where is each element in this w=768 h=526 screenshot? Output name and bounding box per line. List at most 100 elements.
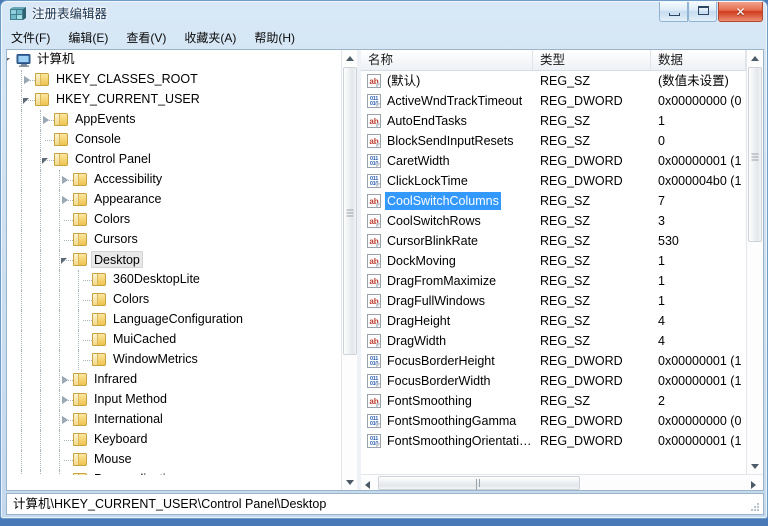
list-horizontal-scrollbar[interactable] [361,474,763,490]
value-type-glyph: ab [367,134,381,148]
table-row[interactable]: 011010FocusBorderHeightREG_DWORD0x000000… [361,351,746,371]
tree-collapse-arrow-icon[interactable] [22,95,33,106]
tree-scroll-up-button[interactable] [342,50,357,66]
window-title: 注册表编辑器 [32,6,107,23]
list-scroll-down-button[interactable] [747,458,763,474]
list-hscroll-thumb[interactable] [378,476,580,490]
value-data: 0 [658,131,665,151]
minimize-icon [669,13,680,16]
resize-grip-icon[interactable] [749,501,761,513]
tree-guide-line [40,290,41,310]
tree-guide-line [83,300,92,301]
tree-node-7[interactable]: Accessibility [7,170,341,190]
tree-guide-line [40,470,41,475]
tree-expand-arrow-icon[interactable] [60,175,71,186]
table-row[interactable]: abCursorBlinkRateREG_SZ530 [361,231,746,251]
table-row[interactable]: abDragWidthREG_SZ4 [361,331,746,351]
tree-guide-line [40,370,41,390]
table-row[interactable]: abDragFromMaximizeREG_SZ1 [361,271,746,291]
tree-node-19[interactable]: International [7,410,341,430]
menu-item-4[interactable]: 收藏夹(A) [175,28,245,49]
table-row[interactable]: abCoolSwitchColumnsREG_SZ7 [361,191,746,211]
maximize-button[interactable] [688,2,717,22]
menu-item-5[interactable]: 帮助(H) [245,28,304,49]
table-row[interactable]: 011010ActiveWndTrackTimeoutREG_DWORD0x00… [361,91,746,111]
tree-node-11[interactable]: Desktop [7,250,341,270]
table-row[interactable]: abDragFullWindowsREG_SZ1 [361,291,746,311]
table-row[interactable]: abAutoEndTasksREG_SZ1 [361,111,746,131]
column-header-2[interactable]: 类型 [533,50,651,70]
table-row[interactable]: ab(默认)REG_SZ(数值未设置) [361,71,746,91]
tree-expand-arrow-icon[interactable] [22,75,33,86]
list-vertical-scrollbar[interactable] [746,50,762,474]
tree-node-16[interactable]: WindowMetrics [7,350,341,370]
tree-collapse-arrow-icon[interactable] [60,255,71,266]
tree-expand-arrow-icon[interactable] [60,395,71,406]
menu-item-3[interactable]: 查看(V) [117,28,175,49]
tree-guide-line [40,410,41,430]
value-type-glyph: ab [367,74,381,88]
tree-collapse-arrow-icon[interactable] [7,55,14,66]
tree-scroll-thumb[interactable] [343,67,357,355]
table-row[interactable]: abFontSmoothingREG_SZ2 [361,391,746,411]
tree-node-10[interactable]: Cursors [7,230,341,250]
tree-node-3[interactable]: HKEY_CURRENT_USER [7,90,341,110]
tree-node-8[interactable]: Appearance [7,190,341,210]
table-row[interactable]: 011010CaretWidthREG_DWORD0x00000001 (1 [361,151,746,171]
tree-expand-arrow-icon[interactable] [41,115,52,126]
column-header-3[interactable]: 数据 [651,50,746,70]
tree-expand-arrow-icon[interactable] [60,375,71,386]
tree-guide-line [21,250,22,270]
value-name: BlockSendInputResets [385,132,515,150]
list-scroll-thumb[interactable] [748,67,762,242]
table-row[interactable]: abCoolSwitchRowsREG_SZ3 [361,211,746,231]
list-scroll-up-button[interactable] [747,50,763,66]
tree-scroll-down-button[interactable] [342,474,357,490]
tree-node-9[interactable]: Colors [7,210,341,230]
tree-vertical-scrollbar[interactable] [341,50,357,490]
tree-expand-arrow-icon[interactable] [60,415,71,426]
dword-value-icon: 011010 [367,374,381,388]
tree-node-17[interactable]: Infrared [7,370,341,390]
tree-guide-line [40,350,41,370]
tree-node-18[interactable]: Input Method [7,390,341,410]
list-scroll-right-button[interactable] [747,475,763,490]
table-row[interactable]: abDragHeightREG_SZ4 [361,311,746,331]
minimize-button[interactable] [659,2,688,22]
tree-node-15[interactable]: MuiCached [7,330,341,350]
list-scroll-left-button[interactable] [361,475,377,490]
tree-guide-line [78,330,79,350]
column-header-1[interactable]: 名称 [361,50,533,70]
table-row[interactable]: 011010FontSmoothingGammaREG_DWORD0x00000… [361,411,746,431]
value-data: 4 [658,311,665,331]
table-row[interactable]: 011010ClickLockTimeREG_DWORD0x000004b0 (… [361,171,746,191]
tree-node-4[interactable]: AppEvents [7,110,341,130]
table-row[interactable]: 011010FontSmoothingOrientati…REG_DWORD0x… [361,431,746,451]
tree-expand-arrow-icon[interactable] [60,195,71,206]
table-row[interactable]: abBlockSendInputResetsREG_SZ0 [361,131,746,151]
tree-collapse-arrow-icon[interactable] [41,155,52,166]
value-data: 7 [658,191,665,211]
table-row[interactable]: 011010FocusBorderWidthREG_DWORD0x0000000… [361,371,746,391]
tree-node-13[interactable]: Colors [7,290,341,310]
tree-node-14[interactable]: LanguageConfiguration [7,310,341,330]
menu-item-2[interactable]: 编辑(E) [59,28,117,49]
tree-node-label: MuiCached [110,331,179,348]
value-type-glyph: 011010 [367,94,381,108]
close-button[interactable]: ✕ [718,2,763,22]
tree-node-20[interactable]: Keyboard [7,430,341,450]
tree-node-6[interactable]: Control Panel [7,150,341,170]
chevron-left-icon [365,481,370,489]
value-data: 530 [658,231,679,251]
tree-node-21[interactable]: Mouse [7,450,341,470]
tree-node-22[interactable]: Personalization [7,470,341,475]
tree-node-2[interactable]: HKEY_CLASSES_ROOT [7,70,341,90]
tree-node-1[interactable]: 计算机 [7,50,341,70]
table-row[interactable]: abDockMovingREG_SZ1 [361,251,746,271]
tree-node-label: Colors [91,211,133,228]
tree-node-5[interactable]: Console [7,130,341,150]
tree-node-12[interactable]: 360DesktopLite [7,270,341,290]
menu-item-1[interactable]: 文件(F) [2,28,59,49]
folder-icon [73,393,87,406]
value-type: REG_DWORD [540,151,623,171]
